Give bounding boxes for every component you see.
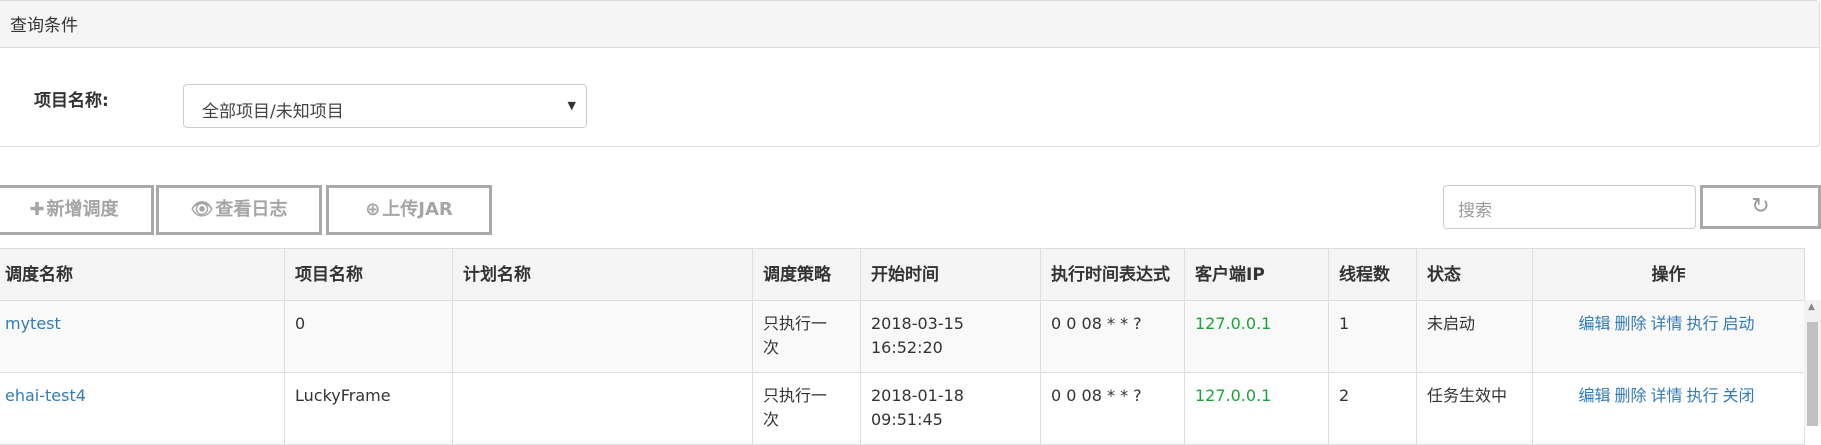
cron-cell: 0 0 08 * * ? [1040,300,1185,373]
plus-icon: ✚ [29,199,45,220]
scrollbar-thumb[interactable] [1807,322,1818,426]
strategy-line-1: 只执行一 [763,386,828,405]
view-log-label: 查看日志 [215,199,288,220]
upload-jar-button[interactable]: ⊕ 上传JAR [326,185,492,235]
col-header: 调度名称 [0,248,285,301]
eye-icon: 👁 [190,199,214,220]
execute-link[interactable]: 执行 [1687,386,1719,405]
project-cell: 0 [284,300,453,373]
strategy-line-1: 只执行一 [763,314,828,333]
table-header-row: 调度名称 项目名称 计划名称 调度策略 开始时间 执行时间表达式 客户端IP 线… [0,248,1805,301]
operations-cell: 编辑 删除 详情 执行 关闭 [1532,372,1805,445]
table-row: ehai-test4 LuckyFrame 只执行一次 2018-01-18 09… [0,372,1805,445]
col-header: 开始时间 [860,248,1041,301]
edit-link[interactable]: 编辑 [1578,386,1610,405]
col-header: 线程数 [1328,248,1417,301]
schedule-name-link[interactable]: ehai-test4 [5,386,86,405]
table-row: mytest 0 只执行一次 2018-03-15 16:52:20 0 0 08… [0,300,1805,373]
view-log-button[interactable]: 👁 查看日志 [156,185,322,235]
threads-cell: 1 [1328,300,1417,373]
add-schedule-button[interactable]: ✚ 新增调度 [0,185,154,235]
project-cell: LuckyFrame [284,372,453,445]
col-header: 状态 [1416,248,1533,301]
cron-cell: 0 0 08 * * ? [1040,372,1185,445]
status-cell: 任务生效中 [1416,372,1533,445]
search-input[interactable]: 搜索 [1443,185,1696,229]
start-date: 2018-03-15 [871,314,964,333]
scroll-up-icon[interactable]: ▲ [1808,302,1815,312]
start-time: 16:52:20 [871,338,943,357]
caret-down-icon: ▼ [567,99,576,112]
start-link[interactable]: 启动 [1723,314,1755,333]
start-time-cell: 2018-01-18 09:51:45 [860,372,1041,445]
schedule-name-link[interactable]: mytest [5,314,61,333]
client-ip-cell: 127.0.0.1 [1184,372,1329,445]
status-cell: 未启动 [1416,300,1533,373]
col-header: 客户端IP [1184,248,1329,301]
project-select-value: 全部项目/未知项目 [202,102,344,122]
upload-circle-icon: ⊕ [365,199,381,220]
start-time-cell: 2018-03-15 16:52:20 [860,300,1041,373]
add-schedule-label: 新增调度 [46,199,119,220]
vertical-scrollbar[interactable]: ▲ [1804,300,1821,426]
schedule-table: 调度名称 项目名称 计划名称 调度策略 开始时间 执行时间表达式 客户端IP 线… [0,248,1805,445]
details-link[interactable]: 详情 [1650,314,1682,333]
delete-link[interactable]: 删除 [1614,386,1646,405]
strategy-line-2: 次 [763,338,780,357]
stop-link[interactable]: 关闭 [1723,386,1755,405]
execute-link[interactable]: 执行 [1687,314,1719,333]
refresh-button[interactable]: ↻ [1700,185,1821,229]
project-name-label: 项目名称: [34,91,109,111]
refresh-icon: ↻ [1751,194,1770,219]
col-header: 操作 [1532,248,1805,301]
col-header: 调度策略 [752,248,861,301]
upload-jar-label: 上传JAR [382,199,453,220]
details-link[interactable]: 详情 [1650,386,1682,405]
strategy-line-2: 次 [763,410,780,429]
edit-link[interactable]: 编辑 [1578,314,1610,333]
threads-cell: 2 [1328,372,1417,445]
query-panel-title: 查询条件 [0,1,1819,48]
delete-link[interactable]: 删除 [1614,314,1646,333]
start-date: 2018-01-18 [871,386,964,405]
project-select[interactable]: 全部项目/未知项目 ▼ [183,84,587,128]
strategy-cell: 只执行一次 [752,300,861,373]
col-header: 执行时间表达式 [1040,248,1185,301]
strategy-cell: 只执行一次 [752,372,861,445]
operations-cell: 编辑 删除 详情 执行 启动 [1532,300,1805,373]
client-ip-cell: 127.0.0.1 [1184,300,1329,373]
col-header: 计划名称 [452,248,753,301]
col-header: 项目名称 [284,248,453,301]
start-time: 09:51:45 [871,410,943,429]
plan-cell [452,300,753,373]
plan-cell [452,372,753,445]
